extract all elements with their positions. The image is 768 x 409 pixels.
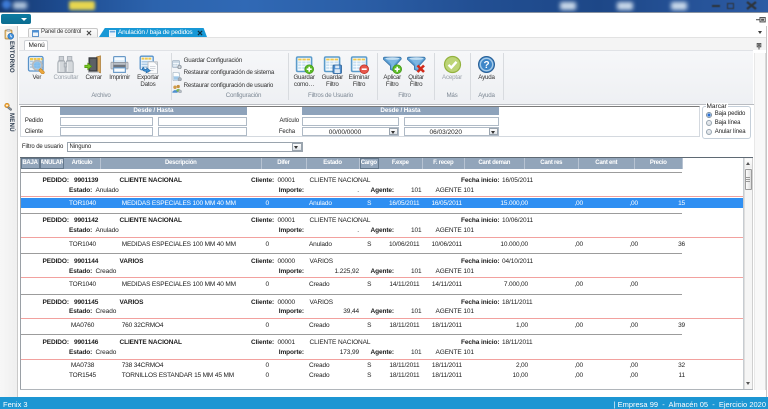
svg-text:?: ?: [483, 60, 489, 71]
